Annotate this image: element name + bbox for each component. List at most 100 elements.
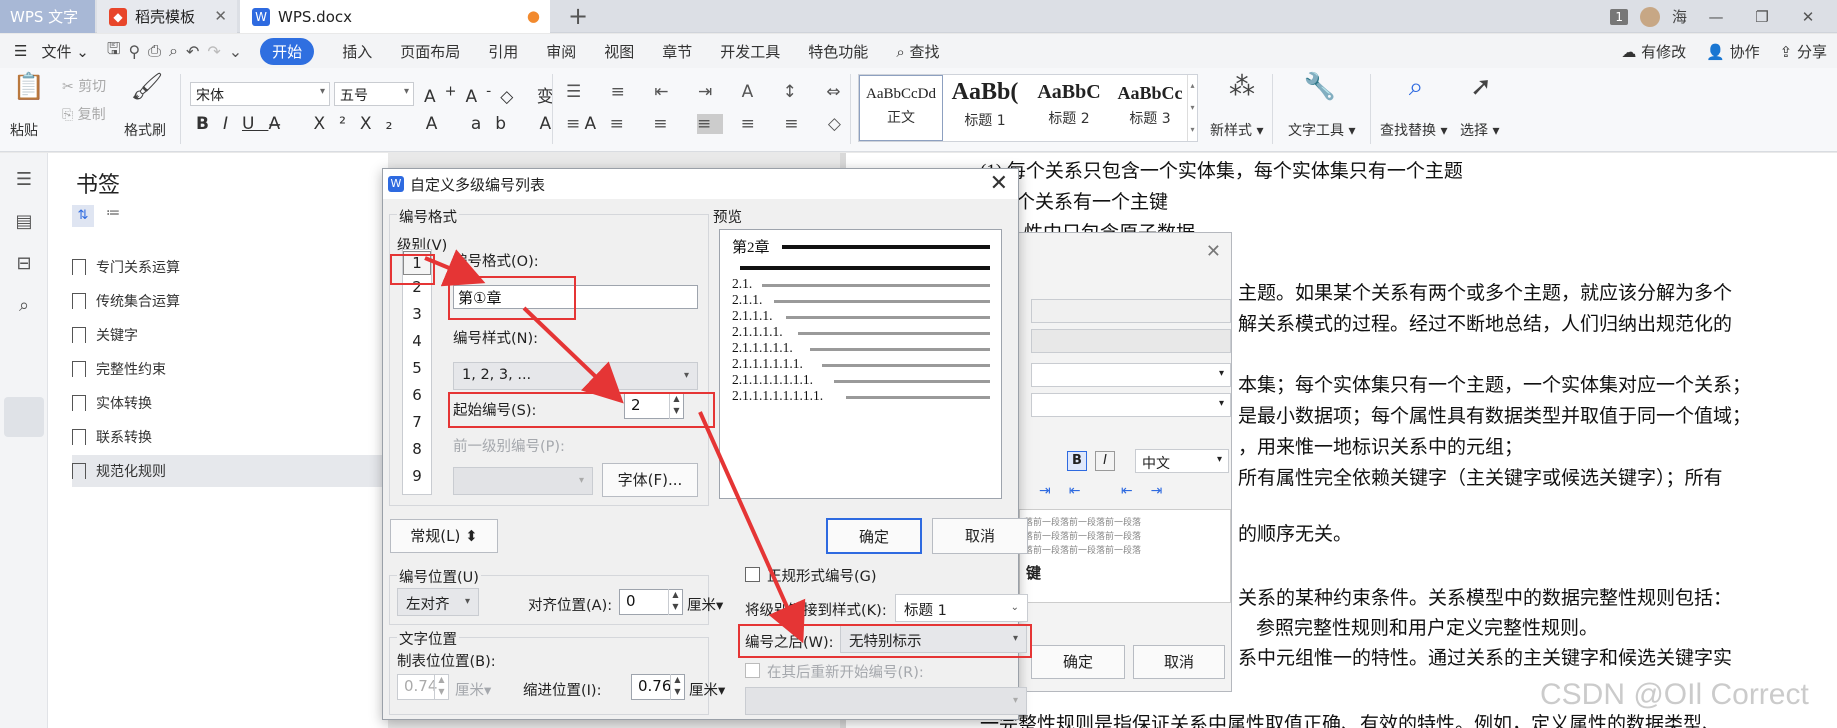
collaborate-button[interactable]: 👤 协作 — [1706, 41, 1759, 62]
tab-document[interactable]: W WPS.docx ● — [240, 0, 550, 33]
share-button[interactable]: ⇪ 分享 — [1780, 41, 1827, 62]
tab-template[interactable]: ◆ 稻壳模板 ✕ — [97, 0, 237, 33]
spin-arrows-icon[interactable]: ▲ ▼ — [668, 589, 682, 615]
menu-chapter[interactable]: 章节 — [662, 41, 692, 62]
menu-page-layout[interactable]: 页面布局 — [400, 41, 460, 62]
print-preview-icon[interactable]: ⌕ — [169, 41, 178, 61]
link-icon[interactable]: ⚲ — [128, 42, 140, 61]
font-name-select[interactable]: 宋体 ▾ — [190, 82, 330, 106]
cut-button[interactable]: ✂ 剪切 — [62, 76, 106, 96]
legal-style-checkbox[interactable] — [745, 567, 760, 582]
indent-icons[interactable]: ⇥⇤ ⇤⇥ — [1039, 483, 1180, 499]
menu-developer[interactable]: 开发工具 — [720, 41, 780, 62]
bookmark-nav-icon[interactable]: ⊟ — [11, 251, 37, 277]
level-item[interactable]: 8 — [403, 440, 431, 458]
align-at-input[interactable]: 0 ▲ ▼ — [619, 589, 683, 615]
wrench-icon[interactable]: 🔧 — [1300, 72, 1340, 102]
level-item[interactable]: 9 — [403, 467, 431, 485]
font-style-buttons[interactable]: BIUA̶ X²X₂ A ab A A — [196, 114, 610, 134]
bookmark-item[interactable]: 联系转换 — [72, 421, 422, 453]
menu-view[interactable]: 视图 — [604, 41, 634, 62]
outline-icon[interactable]: ☰ — [11, 167, 37, 193]
style-heading-2[interactable]: AaBbC 标题 2 — [1027, 75, 1111, 141]
menu-features[interactable]: 特色功能 — [808, 41, 868, 62]
align-select[interactable]: 左对齐 ▾ — [397, 588, 479, 616]
format-painter-button[interactable]: 格式刷 — [124, 120, 166, 140]
style-normal[interactable]: AaBbCcDd 正文 — [859, 75, 943, 141]
bookmark-item[interactable]: 完整性约束 — [72, 353, 422, 385]
bookmark-item[interactable]: 传统集合运算 — [72, 285, 422, 317]
menu-review[interactable]: 审阅 — [546, 41, 576, 62]
cancel-button[interactable]: 取消 — [932, 518, 1028, 554]
hamburger-icon[interactable]: ☰ — [14, 42, 27, 60]
tab-app-wps[interactable]: WPS 文字 — [0, 0, 95, 33]
bold-toggle[interactable]: B — [1067, 451, 1087, 471]
bookmark-item-selected[interactable]: 规范化规则 — [72, 455, 422, 487]
cursor-select-icon[interactable]: ➚ — [1466, 72, 1496, 102]
window-close-icon[interactable]: ✕ — [1791, 8, 1825, 26]
bookmark-item[interactable]: 关键字 — [72, 319, 422, 351]
number-style-select[interactable]: 1, 2, 3, ... ▾ — [453, 362, 698, 390]
level-item[interactable]: 7 — [403, 413, 431, 431]
undo-icon[interactable]: ↶ — [186, 42, 199, 61]
paste-icon[interactable]: 📋 — [12, 72, 46, 102]
menu-start[interactable]: 开始 — [260, 37, 315, 65]
menu-search[interactable]: ⌕ 查找 — [896, 41, 939, 62]
bg-select[interactable]: ▾ — [1031, 393, 1231, 417]
general-toggle-button[interactable]: 常规(L) ⬍ — [390, 519, 498, 553]
sort-by-position-icon[interactable]: ≔ — [106, 205, 120, 221]
font-size-tools[interactable]: A+A-◇ 变 — [424, 82, 563, 107]
new-style-button[interactable]: 新样式 ▾ — [1210, 120, 1263, 140]
copy-button[interactable]: ⎘ 复制 — [62, 104, 106, 124]
font-size-select[interactable]: 五号 ▾ — [334, 82, 414, 106]
style-gallery-scroll[interactable]: ▴ ▾ ▾ — [1187, 75, 1197, 141]
language-select[interactable]: 中文 ▾ — [1135, 449, 1229, 473]
level-item[interactable]: 5 — [403, 359, 431, 377]
menu-references[interactable]: 引用 — [488, 41, 518, 62]
menu-insert[interactable]: 插入 — [342, 41, 372, 62]
format-painter-icon[interactable]: 🖌 — [130, 72, 164, 102]
print-icon[interactable]: ⎙ — [148, 41, 161, 61]
bg-cancel-button[interactable]: 取消 — [1133, 645, 1225, 679]
bookmark-item[interactable]: 实体转换 — [72, 387, 422, 419]
menu-file[interactable]: 文件 ⌄ — [41, 41, 88, 62]
bookmark-item[interactable]: 专门关系运算 — [72, 251, 422, 283]
avatar[interactable] — [1639, 6, 1660, 27]
sort-by-name-icon[interactable]: ⇅ — [72, 205, 94, 227]
bg-select[interactable]: ▾ — [1031, 363, 1231, 387]
ok-button[interactable]: 确定 — [826, 518, 922, 554]
restore-icon[interactable]: ❐ — [1745, 8, 1779, 26]
minimize-icon[interactable]: — — [1699, 8, 1733, 26]
spin-arrows-icon[interactable]: ▲ ▼ — [670, 674, 684, 700]
level-item[interactable]: 4 — [403, 332, 431, 350]
redo-icon[interactable]: ↷ — [207, 42, 220, 61]
level-item[interactable]: 3 — [403, 305, 431, 323]
paste-button[interactable]: 粘贴 — [10, 120, 38, 140]
text-tools-button[interactable]: 文字工具 ▾ — [1288, 120, 1355, 140]
list-buttons[interactable]: ☰ ≡ ⇤ ⇥ A ↕ ⇔ ⊞ — [566, 82, 896, 102]
find-nav-icon[interactable]: ⌕ — [11, 293, 37, 319]
level-list[interactable]: 1 2 3 4 5 6 7 8 9 — [402, 249, 432, 495]
select-button[interactable]: 选择 ▾ — [1460, 120, 1499, 140]
paragraph-align-buttons[interactable]: ≡ ≡ ≡ ≡ ≡ ≡ ◇ ⊞ — [566, 114, 897, 134]
new-style-icon[interactable]: ⁂ — [1222, 72, 1262, 102]
indent-input[interactable]: 0.76 ▲ ▼ — [631, 674, 685, 700]
close-icon[interactable]: ✕ — [1206, 241, 1221, 262]
section-nav-icon[interactable]: ▤ — [11, 209, 37, 235]
close-icon[interactable]: ✕ — [214, 7, 227, 25]
level-item[interactable]: 6 — [403, 386, 431, 404]
link-style-select[interactable]: 标题 1 ⌄ — [895, 594, 1028, 622]
italic-toggle[interactable]: I — [1095, 451, 1115, 471]
new-tab-button[interactable]: + — [568, 2, 588, 30]
font-button[interactable]: 字体(F)... — [602, 463, 698, 497]
quick-access-more-icon[interactable]: ⌄ — [229, 42, 242, 61]
dialog-close-icon[interactable]: ✕ — [990, 171, 1008, 196]
user-name[interactable]: 海 — [1672, 6, 1687, 27]
modified-button[interactable]: ☁ 有修改 — [1621, 41, 1686, 62]
find-icon[interactable]: ⌕ — [1396, 72, 1436, 103]
save-icon[interactable]: 🖫 — [107, 38, 121, 65]
style-heading-3[interactable]: AaBbCc 标题 3 — [1111, 75, 1189, 141]
style-heading-1[interactable]: AaBb(标题 1 — [943, 75, 1027, 141]
bg-ok-button[interactable]: 确定 — [1031, 645, 1125, 679]
find-replace-button[interactable]: 查找替换 ▾ — [1380, 120, 1447, 140]
